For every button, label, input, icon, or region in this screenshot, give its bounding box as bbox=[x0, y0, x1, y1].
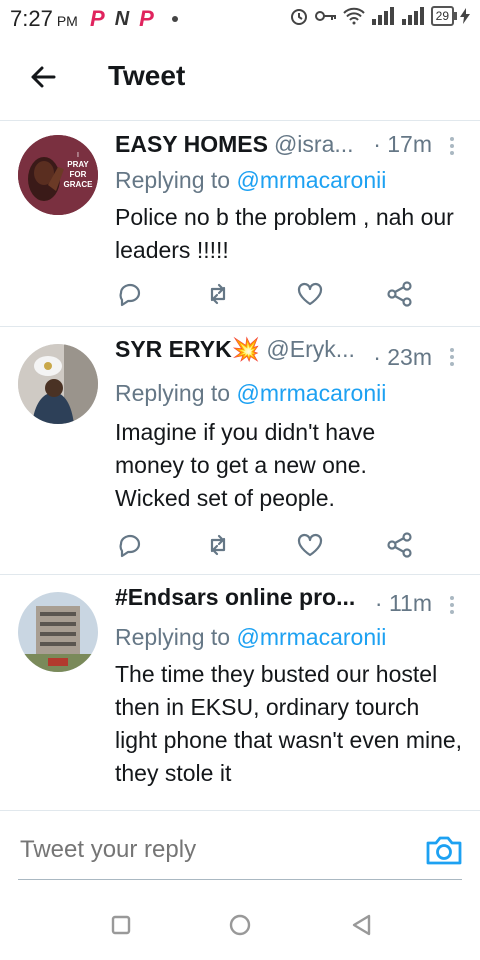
recents-square-icon[interactable] bbox=[106, 910, 136, 940]
system-nav-bar bbox=[0, 890, 480, 960]
svg-text:FOR: FOR bbox=[70, 170, 87, 179]
status-time: 7:27 PM bbox=[10, 6, 78, 32]
reply-icon[interactable] bbox=[115, 279, 145, 309]
like-icon[interactable] bbox=[295, 279, 325, 309]
app-n-icon: N bbox=[114, 8, 130, 30]
tweet-time: · 17m bbox=[373, 131, 432, 157]
reply-handle-link[interactable]: @mrmacaronii bbox=[236, 380, 386, 406]
svg-text:GRACE: GRACE bbox=[64, 180, 94, 189]
avatar[interactable]: I PRAY FOR GRACE bbox=[18, 135, 98, 215]
replying-to: Replying to @mrmacaronii bbox=[115, 624, 386, 651]
battery-icon: 29 bbox=[430, 6, 458, 26]
user-handle[interactable]: @Eryk... bbox=[266, 336, 355, 363]
page-header: Tweet bbox=[0, 38, 480, 121]
reply-handle-link[interactable]: @mrmacaronii bbox=[236, 624, 386, 650]
status-clock: 7:27 bbox=[10, 6, 53, 31]
retweet-icon[interactable] bbox=[203, 279, 233, 309]
wifi-icon bbox=[342, 7, 365, 25]
replying-label: Replying to bbox=[115, 380, 237, 406]
display-name[interactable]: #Endsars online pro... bbox=[115, 584, 355, 611]
tweet-time: · 11m bbox=[374, 590, 432, 616]
like-icon[interactable] bbox=[295, 530, 325, 560]
more-options-icon[interactable] bbox=[450, 137, 458, 155]
tweet-text: Imagine if you didn't have money to get … bbox=[115, 419, 376, 511]
reply-input[interactable] bbox=[18, 835, 412, 865]
tweet-item[interactable]: I PRAY FOR GRACE EASY HOMES @isra... · 1… bbox=[0, 121, 480, 327]
signal-icon bbox=[401, 7, 424, 25]
more-options-icon[interactable] bbox=[450, 596, 458, 614]
reply-handle-link[interactable]: @mrmacaronii bbox=[236, 167, 386, 193]
system-icons: 29 bbox=[289, 6, 470, 26]
tweet-actions bbox=[115, 530, 415, 560]
more-notifications-icon bbox=[171, 16, 178, 22]
page-title: Tweet bbox=[108, 60, 186, 91]
share-icon[interactable] bbox=[385, 530, 415, 560]
notification-icons: P N P bbox=[90, 8, 178, 30]
display-name[interactable]: EASY HOMES bbox=[115, 131, 268, 158]
charging-icon bbox=[460, 8, 470, 24]
svg-text:PRAY: PRAY bbox=[67, 160, 89, 169]
reply-underline bbox=[18, 879, 462, 880]
signal-icon bbox=[371, 7, 394, 25]
replying-label: Replying to bbox=[115, 624, 237, 650]
reply-icon[interactable] bbox=[115, 530, 145, 560]
status-bar: 7:27 PM P N P 29 bbox=[0, 0, 480, 38]
replying-to: Replying to @mrmacaronii bbox=[115, 167, 386, 194]
svg-text:I: I bbox=[77, 152, 79, 159]
key-icon bbox=[314, 11, 336, 21]
status-ampm: PM bbox=[56, 13, 78, 29]
tweet-actions bbox=[115, 279, 415, 309]
avatar[interactable] bbox=[18, 592, 98, 672]
avatar[interactable] bbox=[18, 344, 98, 424]
camera-icon[interactable] bbox=[424, 833, 464, 869]
app-p-icon: P bbox=[90, 6, 105, 31]
back-triangle-icon[interactable] bbox=[346, 910, 376, 940]
tweet-item[interactable]: SYR ERYK💥 @Eryk... · 23m Replying to @mr… bbox=[0, 326, 480, 575]
app-p-icon: P bbox=[139, 6, 154, 31]
retweet-icon[interactable] bbox=[203, 530, 233, 560]
tweet-time: · 23m bbox=[373, 344, 432, 370]
back-arrow-icon[interactable] bbox=[26, 60, 60, 94]
replying-label: Replying to bbox=[115, 167, 237, 193]
alarm-icon bbox=[290, 9, 307, 25]
more-options-icon[interactable] bbox=[450, 348, 458, 366]
tweet-item[interactable]: #Endsars online pro... · 11m Replying to… bbox=[0, 574, 480, 810]
user-handle[interactable]: @isra... bbox=[274, 131, 354, 158]
display-name[interactable]: SYR ERYK💥 bbox=[115, 336, 260, 363]
share-icon[interactable] bbox=[385, 279, 415, 309]
replying-to: Replying to @mrmacaronii bbox=[115, 380, 386, 407]
tweet-text: The time they busted our hostel then in … bbox=[115, 661, 463, 786]
tweet-text: Police no b the problem , nah our leader… bbox=[115, 204, 454, 263]
home-circle-icon[interactable] bbox=[225, 910, 255, 940]
reply-bar bbox=[0, 810, 480, 891]
